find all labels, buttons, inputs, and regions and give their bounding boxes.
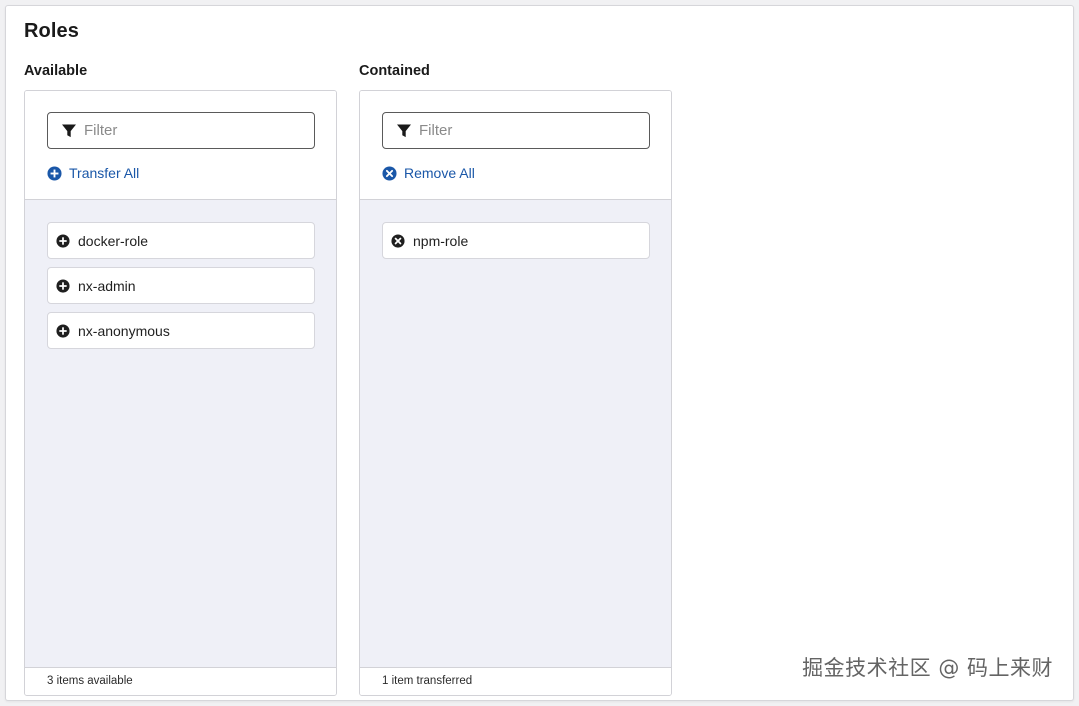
available-item-docker-role[interactable]: docker-role	[47, 222, 315, 259]
roles-card: Roles Available Transfer All	[5, 5, 1074, 701]
contained-label: Contained	[359, 63, 430, 79]
available-label: Available	[24, 63, 88, 79]
list-item-label: nx-admin	[78, 277, 136, 294]
available-item-nx-admin[interactable]: nx-admin	[47, 267, 315, 304]
contained-panel: Remove All npm-role 1 item transferred	[359, 90, 672, 696]
contained-filter-input[interactable]	[419, 115, 649, 146]
plus-circle-icon	[56, 233, 70, 248]
available-footer: 3 items available	[25, 667, 336, 695]
available-filter-input[interactable]	[84, 115, 314, 146]
available-item-nx-anonymous[interactable]: nx-anonymous	[47, 312, 315, 349]
transfer-all-button[interactable]: Transfer All	[47, 165, 139, 181]
contained-column: Contained Remove All	[359, 63, 672, 696]
list-item-label: nx-anonymous	[78, 322, 170, 339]
remove-all-button[interactable]: Remove All	[382, 165, 475, 181]
plus-circle-icon	[56, 323, 70, 338]
plus-circle-icon	[47, 165, 62, 181]
available-panel-header: Transfer All	[25, 91, 336, 200]
contained-footer: 1 item transferred	[360, 667, 671, 695]
available-panel: Transfer All docker-role nx-admin	[24, 90, 337, 696]
list-item-label: docker-role	[78, 232, 149, 249]
page-title: Roles	[24, 20, 79, 42]
times-circle-icon	[382, 165, 397, 181]
watermark: 掘金技术社区 @ 码上来财	[802, 656, 1053, 680]
available-column: Available Transfer All	[24, 63, 337, 696]
contained-panel-header: Remove All	[360, 91, 671, 200]
filter-icon	[396, 123, 412, 139]
available-filter-box[interactable]	[47, 112, 315, 149]
transfer-all-label: Transfer All	[69, 165, 140, 181]
times-circle-icon	[391, 233, 405, 248]
plus-circle-icon	[56, 278, 70, 293]
list-item-label: npm-role	[413, 232, 469, 249]
contained-item-npm-role[interactable]: npm-role	[382, 222, 650, 259]
contained-filter-box[interactable]	[382, 112, 650, 149]
filter-icon	[61, 123, 77, 139]
available-list: docker-role nx-admin nx-anonymous	[25, 200, 336, 668]
remove-all-label: Remove All	[404, 165, 475, 181]
contained-list: npm-role	[360, 200, 671, 668]
